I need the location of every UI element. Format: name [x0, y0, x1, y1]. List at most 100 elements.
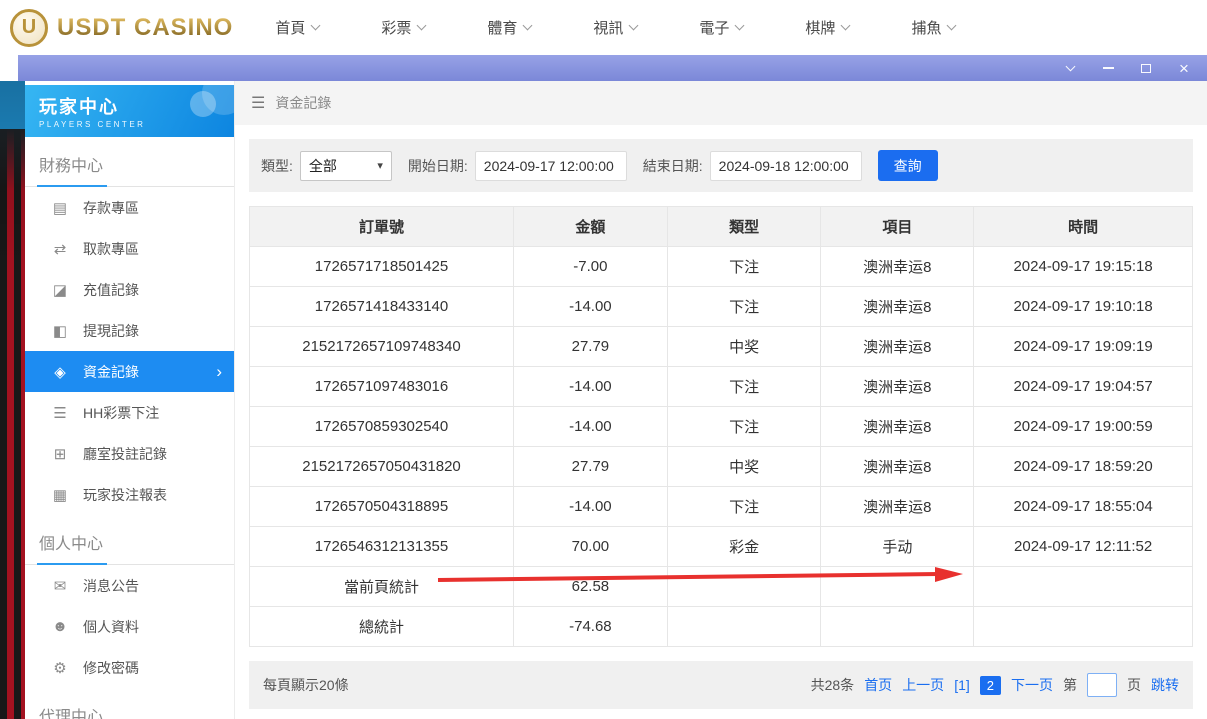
logo-letter: U [22, 16, 36, 39]
section-title-agent: 代理中心 [25, 688, 234, 719]
funds-table-wrap: 訂單號 金額 類型 項目 時間 1726571718501425 -7.00 下… [249, 206, 1193, 647]
jump-go-link[interactable]: 跳转 [1151, 675, 1179, 695]
cell-amount: -7.00 [514, 247, 668, 287]
cell-amount: 62.58 [514, 567, 668, 607]
chevron-down-icon [1065, 62, 1075, 72]
sidebar-item-hall-bet-record[interactable]: ⊞ 廳室投註記錄 [25, 433, 234, 474]
hall-record-icon: ⊞ [51, 445, 69, 463]
user-icon: ☻ [51, 618, 69, 635]
cell-type: 中奖 [667, 447, 821, 487]
page-jump-input[interactable] [1087, 673, 1117, 697]
nav-label: 捕魚 [911, 17, 941, 38]
cell-item: 手动 [821, 527, 974, 567]
type-select[interactable]: 全部 ▾ [300, 151, 392, 181]
sidebar-item-funds-record[interactable]: ◈ 資金記錄 › [25, 351, 234, 392]
gear-icon: ⚙ [51, 659, 69, 677]
next-page-link[interactable]: 下一页 [1011, 675, 1053, 695]
hamburger-menu-icon[interactable]: ☰ [251, 93, 265, 113]
sidebar-item-label: HH彩票下注 [83, 403, 159, 423]
chevron-down-icon [523, 21, 533, 31]
table-row: 1726571097483016 -14.00 下注 澳洲幸运8 2024-09… [250, 367, 1193, 407]
sidebar-item-label: 取款專區 [83, 239, 139, 259]
sidebar-item-label: 個人資料 [83, 617, 139, 637]
cell-amount: 27.79 [514, 447, 668, 487]
sidebar-item-hh-lottery-bets[interactable]: ☰ HH彩票下注 [25, 392, 234, 433]
nav-item-video[interactable]: 視訊 [593, 17, 637, 38]
jump-suffix-label: 页 [1127, 675, 1141, 695]
prev-page-link[interactable]: 上一页 [902, 675, 944, 695]
chevron-right-icon: › [216, 362, 222, 382]
nav-item-fishing[interactable]: 捕魚 [911, 17, 955, 38]
sidebar-item-deposit[interactable]: ▤ 存款專區 [25, 187, 234, 228]
cell-summary-label: 當前頁統計 [250, 567, 514, 607]
window-close-button[interactable]: × [1177, 61, 1191, 75]
cell-item: 澳洲幸运8 [821, 287, 974, 327]
sidebar-item-player-bet-report[interactable]: ▦ 玩家投注報表 [25, 474, 234, 515]
nav-item-slots[interactable]: 電子 [699, 17, 743, 38]
sidebar-item-profile[interactable]: ☻ 個人資料 [25, 606, 234, 647]
search-button[interactable]: 查詢 [878, 150, 938, 181]
sidebar-item-withdraw[interactable]: ⇄ 取款專區 [25, 228, 234, 269]
sidebar-item-recharge-record[interactable]: ◪ 充值記錄 [25, 269, 234, 310]
cell-order-no: 1726570859302540 [250, 407, 514, 447]
window-minimize-button[interactable] [1101, 61, 1115, 75]
nav-label: 體育 [487, 17, 517, 38]
cell-type: 下注 [667, 367, 821, 407]
table-row-total-summary: 總統計 -74.68 [250, 607, 1193, 647]
nav-label: 首頁 [275, 17, 305, 38]
pagination: 共28条 首页 上一页 [1] 2 下一页 第 页 跳转 [811, 673, 1179, 697]
page-1-link[interactable]: [1] [954, 677, 970, 693]
nav-label: 視訊 [593, 17, 623, 38]
table-footer: 每頁顯示20條 共28条 首页 上一页 [1] 2 下一页 第 页 跳转 [249, 661, 1193, 709]
section-title-finance: 財務中心 [25, 137, 234, 187]
filter-bar: 類型: 全部 ▾ 開始日期: 結束日期: 查詢 [249, 139, 1193, 192]
nav-item-boardgames[interactable]: 棋牌 [805, 17, 849, 38]
main-content: ☰ 資金記錄 類型: 全部 ▾ 開始日期: 結束日期: 查詢 [235, 81, 1207, 719]
table-row: 2152172657109748340 27.79 中奖 澳洲幸运8 2024-… [250, 327, 1193, 367]
cell-item: 澳洲幸运8 [821, 407, 974, 447]
chevron-down-icon [735, 21, 745, 31]
start-date-input[interactable] [475, 151, 627, 181]
funds-table: 訂單號 金額 類型 項目 時間 1726571718501425 -7.00 下… [249, 206, 1193, 647]
cell-amount: -14.00 [514, 287, 668, 327]
cell-type: 中奖 [667, 327, 821, 367]
sidebar-subtitle: PLAYERS CENTER [39, 120, 234, 129]
cell-type: 下注 [667, 287, 821, 327]
window-maximize-button[interactable] [1139, 61, 1153, 75]
close-icon: × [1179, 60, 1189, 77]
nav-item-sports[interactable]: 體育 [487, 17, 531, 38]
page-title: 資金記錄 [275, 93, 331, 113]
cell-time: 2024-09-17 19:15:18 [974, 247, 1193, 287]
column-header-order-no: 訂單號 [250, 207, 514, 247]
column-header-time: 時間 [974, 207, 1193, 247]
table-row: 2152172657050431820 27.79 中奖 澳洲幸运8 2024-… [250, 447, 1193, 487]
column-header-type: 類型 [667, 207, 821, 247]
nav-item-lottery[interactable]: 彩票 [381, 17, 425, 38]
chevron-down-icon [947, 21, 957, 31]
sidebar-item-cashout-record[interactable]: ◧ 提現記錄 [25, 310, 234, 351]
cell-order-no: 1726571097483016 [250, 367, 514, 407]
table-row: 1726546312131355 70.00 彩金 手动 2024-09-17 … [250, 527, 1193, 567]
deposit-card-icon: ▤ [51, 199, 69, 217]
table-header-row: 訂單號 金額 類型 項目 時間 [250, 207, 1193, 247]
end-date-input[interactable] [710, 151, 862, 181]
site-logo[interactable]: U USDT CASINO [0, 9, 233, 47]
nav-label: 電子 [699, 17, 729, 38]
cell-type: 下注 [667, 487, 821, 527]
window-body: 玩家中心 PLAYERS CENTER 財務中心 ▤ 存款專區 ⇄ 取款專區 ◪… [25, 81, 1207, 719]
cell-item: 澳洲幸运8 [821, 367, 974, 407]
funds-record-icon: ◈ [51, 363, 69, 381]
lottery-bets-icon: ☰ [51, 404, 69, 422]
sidebar-item-label: 提現記錄 [83, 321, 139, 341]
type-filter-label: 類型: [261, 156, 293, 176]
sidebar-item-announcements[interactable]: ✉ 消息公告 [25, 565, 234, 606]
first-page-link[interactable]: 首页 [864, 675, 892, 695]
nav-item-home[interactable]: 首頁 [275, 17, 319, 38]
page-2-current[interactable]: 2 [980, 676, 1001, 695]
table-row: 1726570859302540 -14.00 下注 澳洲幸运8 2024-09… [250, 407, 1193, 447]
sidebar-item-label: 消息公告 [83, 576, 139, 596]
sidebar-item-change-password[interactable]: ⚙ 修改密碼 [25, 647, 234, 688]
window-collapse-button[interactable] [1063, 61, 1077, 75]
cell-amount: -14.00 [514, 487, 668, 527]
cell-type [667, 607, 821, 647]
